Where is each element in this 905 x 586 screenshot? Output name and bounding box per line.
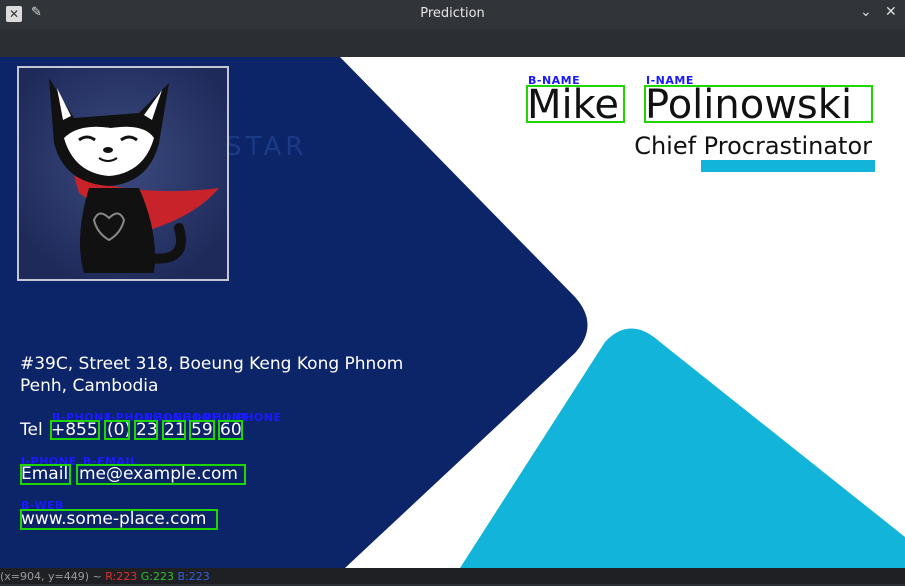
window-title: Prediction [420,6,485,21]
status-b: B:223 [177,570,210,583]
close-icon[interactable]: ✕ [885,4,897,20]
phone-box-2 [104,420,130,440]
email-label-box [20,464,71,485]
phone-box-5 [189,420,215,440]
title-bar: ✕ ✎ Prediction ⌄ ✕ [0,0,905,29]
phone-box-6 [218,420,243,440]
status-g: G:223 [140,570,174,583]
chevron-down-icon[interactable]: ⌄ [860,4,872,20]
status-coords: (x=904, y=449) ~ [0,570,102,583]
last-name-box [644,85,873,123]
status-bar: (x=904, y=449) ~ R:223 G:223 B:223 [0,568,905,584]
email-value-box [76,464,246,485]
cat-logo [17,66,229,281]
prediction-canvas: INSTAR B-NAME I-NAME Mike Polinowski Chi… [0,57,905,568]
address-line-2: Penh, Cambodia [20,376,159,396]
toolbar [0,29,905,57]
address-line-1: #39C, Street 318, Boeung Keng Kong Phnom [20,354,404,374]
first-name-box [526,85,625,123]
phone-box-4 [162,420,186,440]
job-title: Chief Procrastinator [634,132,872,160]
accent-bar [701,160,875,172]
phone-box-1 [50,420,100,440]
tel-label: Tel [20,420,43,440]
status-r: R:223 [105,570,138,583]
web-box [20,509,218,530]
phone-box-3 [134,420,158,440]
